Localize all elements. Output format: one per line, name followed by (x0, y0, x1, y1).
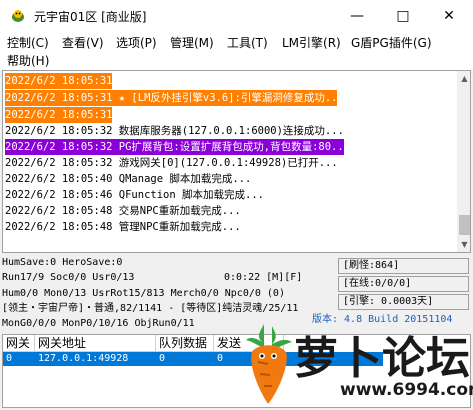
gateway-table[interactable]: 网关 网关地址 队列数据 发送 0 127.0.0.1:49928 0 0 (2, 334, 471, 408)
menu-manage[interactable]: 管理(M) (170, 34, 214, 53)
status-counters: Hum0/0 Mon0/13 UsrRot15/813 Merch0/0 Npc… (2, 288, 285, 299)
scroll-thumb[interactable] (459, 215, 470, 235)
close-button[interactable]: ✕ (426, 0, 472, 32)
log-line: 2022/6/2 18:05:31 (5, 107, 113, 123)
log-scrollbar[interactable]: ▲ ▼ (457, 71, 470, 252)
log-line: 2022/6/2 18:05:31 (5, 73, 113, 89)
menu-bar: 控制(C) 查看(V) 选项(P) 管理(M) 工具(T) LM引擎(R) G盾… (0, 32, 473, 70)
menu-control[interactable]: 控制(C) (7, 34, 49, 53)
column-header-address[interactable]: 网关地址 (35, 335, 156, 352)
log-line: 2022/6/2 18:05:48 交易NPC重新加载完成... (5, 205, 241, 217)
build-version: 版本: 4.8 Build 20151104 (312, 314, 453, 325)
status-map-info: [领主・宇宙尸帝]・普通,82/1141 - [等待区]纯洁灵魂/25/11 (2, 303, 299, 314)
cell-address: 127.0.0.1:49928 (38, 353, 129, 364)
column-header-queue[interactable]: 队列数据 (156, 335, 214, 352)
column-header-gateway[interactable]: 网关 (3, 335, 35, 352)
log-panel[interactable]: 2022/6/2 18:05:31 2022/6/2 18:05:31 ★ [L… (2, 70, 471, 253)
log-line: 2022/6/2 18:05:46 QFunction 脚本加载完成... (5, 189, 264, 201)
log-line: 2022/6/2 18:05:32 数据库服务器(127.0.0.1:6000)… (5, 125, 344, 137)
log-line: 2022/6/2 18:05:40 QManage 脚本加载完成... (5, 173, 252, 185)
app-icon (12, 10, 24, 22)
scroll-up-icon[interactable]: ▲ (457, 71, 470, 86)
menu-tools[interactable]: 工具(T) (227, 34, 268, 53)
log-line: 2022/6/2 18:05:32 PG扩展背包:设置扩展背包成功,背包数量:8… (5, 139, 344, 155)
minimize-icon: — (350, 8, 364, 24)
menu-gdun-plugin[interactable]: G盾PG插件(G) (351, 34, 432, 53)
status-run: Run17/9 Soc0/0 Usr0/13 (2, 272, 135, 283)
maximize-button[interactable]: □ (380, 0, 426, 32)
window-title: 元宇宙01区 [商业版] (34, 10, 147, 24)
log-line: 2022/6/2 18:05:31 ★ [LM反外挂引擎v3.6]:引擎漏洞修复… (5, 90, 338, 106)
column-header-send[interactable]: 发送 (214, 335, 284, 352)
menu-lm-engine[interactable]: LM引擎(R) (282, 34, 341, 53)
cell-send: 0 (217, 353, 224, 364)
log-line: 2022/6/2 18:05:32 游戏网关[0](127.0.0.1:4992… (5, 157, 338, 169)
status-monsters: MonG0/0/0 MonP0/10/16 ObjRun0/11 (2, 318, 195, 329)
close-icon: ✕ (443, 8, 455, 24)
title-bar: 元宇宙01区 [商业版] — □ ✕ (0, 0, 473, 32)
minimize-button[interactable]: — (334, 0, 380, 32)
online-counter: [在线:0/0/0] (338, 276, 469, 292)
status-panel: HumSave:0 HeroSave:0 Run17/9 Soc0/0 Usr0… (0, 254, 473, 334)
status-uptime: 0:0:22 [M][F] (224, 272, 303, 283)
cell-queue: 0 (159, 353, 166, 364)
maximize-icon: □ (396, 8, 410, 24)
menu-view[interactable]: 查看(V) (62, 34, 104, 53)
refresh-counter: [刷怪:864] (338, 258, 469, 274)
cell-gateway: 0 (6, 353, 13, 364)
engine-uptime: [引擎: 0.0003天] (338, 294, 469, 310)
status-save: HumSave:0 HeroSave:0 (2, 257, 123, 268)
log-line: 2022/6/2 18:05:48 管理NPC重新加载完成... (5, 221, 241, 233)
menu-options[interactable]: 选项(P) (116, 34, 157, 53)
menu-help[interactable]: 帮助(H) (7, 52, 49, 71)
scroll-down-icon[interactable]: ▼ (457, 237, 470, 252)
